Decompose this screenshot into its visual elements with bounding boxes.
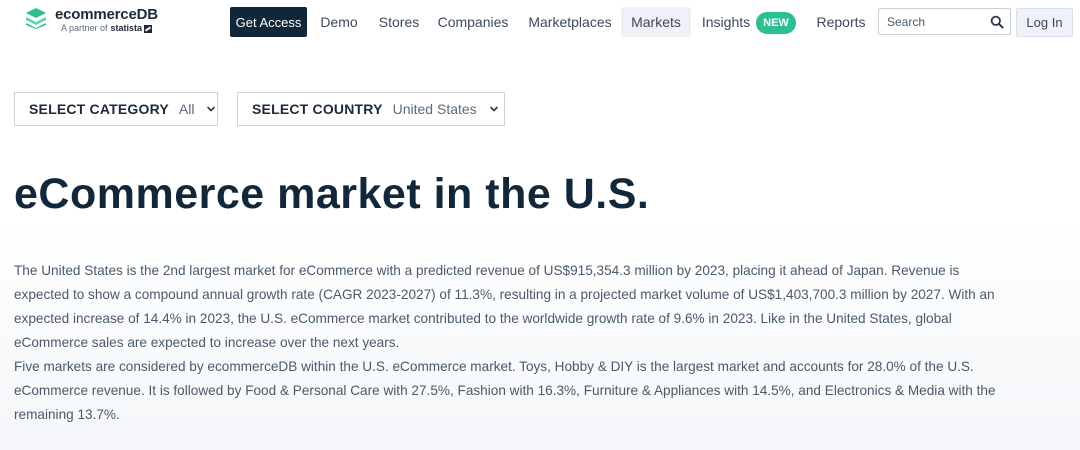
market-description: The United States is the 2nd largest mar… [14,259,1014,427]
select-country-dropdown[interactable]: SELECT COUNTRY United States [237,92,505,126]
description-paragraph-2: Five markets are considered by ecommerce… [14,359,996,422]
nav-item-insights[interactable]: Insights [697,7,755,37]
site-logo[interactable]: ecommerceDB A partner of statista [25,6,158,40]
select-country-label: SELECT COUNTRY [252,101,383,117]
nav-item-stores[interactable]: Stores [370,7,428,37]
description-paragraph-1: The United States is the 2nd largest mar… [14,263,995,350]
logo-partner-brand: statista [110,23,143,33]
search-box[interactable] [878,8,1011,35]
search-icon[interactable] [990,15,1004,29]
top-navigation-bar: ecommerceDB A partner of statista Get Ac… [0,0,1080,46]
nav-item-reports[interactable]: Reports [810,7,872,37]
logo-text: ecommerceDB A partner of statista [55,6,158,34]
chevron-down-icon [489,106,498,112]
ecommercedb-logo-icon [26,8,46,29]
nav-item-demo[interactable]: Demo [313,7,365,37]
nav-item-marketplaces[interactable]: Marketplaces [522,7,618,37]
search-input[interactable] [887,13,983,31]
statista-mark-icon [144,24,153,33]
select-country-value: United States [392,101,477,117]
logo-name: ecommerceDB [55,6,158,23]
select-category-label: SELECT CATEGORY [29,101,169,117]
get-access-button[interactable]: Get Access [230,7,307,37]
nav-item-markets[interactable]: Markets [621,7,691,37]
nav-item-companies[interactable]: Companies [432,7,514,37]
chevron-down-icon [207,106,216,112]
logo-partner-prefix: A partner of [61,23,108,33]
logo-partner-line: A partner of statista [61,23,158,34]
select-category-dropdown[interactable]: SELECT CATEGORY All [14,92,218,126]
login-button[interactable]: Log In [1016,8,1073,37]
insights-new-badge: NEW [756,12,796,34]
select-category-value: All [178,101,195,117]
page-title: eCommerce market in the U.S. [14,170,650,218]
